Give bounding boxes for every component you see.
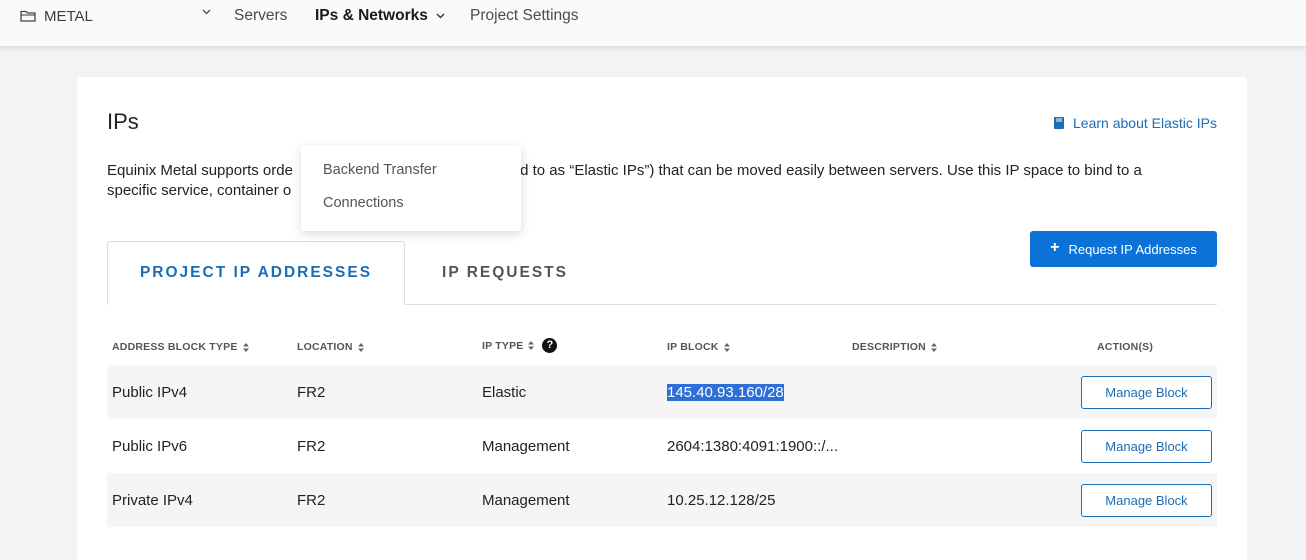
intro-line2: specific service, container o [107, 182, 292, 199]
header-description[interactable]: DESCRIPTION [852, 341, 937, 353]
ips-card: IPs Learn about Elastic IPs Equinix Meta… [77, 77, 1247, 560]
header-label: IP TYPE [482, 339, 524, 352]
project-name: METAL [44, 7, 93, 25]
cell-location: FR2 [297, 491, 326, 509]
top-navigation: METAL Servers IPs & Networks Project Set… [0, 0, 1306, 46]
sort-icon [723, 342, 730, 352]
header-actions: ACTION(S) [1097, 341, 1153, 353]
nav-servers[interactable]: Servers [234, 0, 287, 32]
ips-networks-dropdown: Backend Transfer Connections [301, 145, 521, 231]
header-address-block-type[interactable]: ADDRESS BLOCK TYPE [112, 341, 249, 353]
plus-icon: + [1050, 239, 1060, 256]
tab-ip-requests[interactable]: IP REQUESTS [405, 241, 605, 305]
nav-servers-label: Servers [234, 7, 288, 24]
cell-ip-block: 145.40.93.160/28 [667, 365, 784, 419]
tab-project-ip-addresses[interactable]: PROJECT IP ADDRESSES [107, 241, 405, 305]
header-ip-type[interactable]: IP TYPE ? [482, 338, 558, 353]
chevron-down-icon [436, 13, 445, 19]
nav-ips-networks-label: IPs & Networks [315, 7, 428, 24]
sort-icon [528, 341, 535, 350]
cell-ip-block: 10.25.12.128/25 [667, 491, 776, 509]
cell-ip-type: Management [482, 437, 570, 455]
cell-address-block-type: Public IPv4 [112, 383, 188, 401]
menu-item-backend-transfer[interactable]: Backend Transfer [301, 161, 521, 194]
table-row: Public IPv6 FR2 Management 2604:1380:409… [107, 419, 1217, 473]
ip-table: ADDRESS BLOCK TYPE LOCATION IP TYPE ? IP… [107, 327, 1217, 527]
intro-line1-left: Equinix Metal supports orde [107, 162, 293, 179]
request-button-label: Request IP Addresses [1068, 241, 1197, 257]
intro-line1-right: eferred to as “Elastic IPs”) that can be… [480, 162, 1142, 179]
sort-icon [930, 342, 937, 352]
sort-icon [357, 342, 364, 352]
intro-text: Equinix Metal supports orde eferred to a… [107, 161, 1222, 201]
manage-block-button[interactable]: Manage Block [1081, 430, 1212, 463]
table-header: ADDRESS BLOCK TYPE LOCATION IP TYPE ? IP… [107, 327, 1217, 365]
cell-address-block-type: Private IPv4 [112, 491, 193, 509]
header-label: ADDRESS BLOCK TYPE [112, 341, 238, 353]
table-row: Public IPv4 FR2 Elastic 145.40.93.160/28… [107, 365, 1217, 419]
book-icon [1054, 117, 1065, 129]
manage-block-button[interactable]: Manage Block [1081, 484, 1212, 517]
cell-address-block-type: Public IPv6 [112, 437, 188, 455]
cell-location: FR2 [297, 383, 326, 401]
help-icon[interactable]: ? [542, 338, 558, 353]
nav-project-settings-label: Project Settings [470, 7, 579, 24]
nav-ips-networks[interactable]: IPs & Networks [315, 0, 445, 32]
nav-project-settings[interactable]: Project Settings [470, 0, 579, 32]
header-label: DESCRIPTION [852, 341, 926, 353]
learn-link-label: Learn about Elastic IPs [1073, 115, 1217, 131]
chevron-down-icon [202, 9, 211, 15]
header-label: IP BLOCK [667, 341, 719, 353]
cell-ip-block: 2604:1380:4091:1900::/... [667, 437, 838, 455]
table-row: Private IPv4 FR2 Management 10.25.12.128… [107, 473, 1217, 527]
folder-icon [20, 10, 36, 22]
page-title: IPs [107, 109, 139, 134]
header-label: ACTION(S) [1097, 341, 1154, 353]
cell-location: FR2 [297, 437, 326, 455]
sort-icon [242, 342, 249, 352]
project-selector[interactable]: METAL [20, 0, 215, 32]
header-label: LOCATION [297, 341, 353, 353]
ip-block-text: 145.40.93.160/28 [667, 383, 784, 401]
manage-block-button[interactable]: Manage Block [1081, 376, 1212, 409]
cell-ip-type: Elastic [482, 383, 527, 401]
header-location[interactable]: LOCATION [297, 341, 364, 353]
menu-item-connections[interactable]: Connections [301, 194, 521, 227]
cell-ip-type: Management [482, 491, 570, 509]
header-ip-block[interactable]: IP BLOCK [667, 341, 730, 353]
request-ip-addresses-button[interactable]: + Request IP Addresses [1030, 231, 1217, 267]
learn-elastic-ips-link[interactable]: Learn about Elastic IPs [1053, 115, 1217, 131]
